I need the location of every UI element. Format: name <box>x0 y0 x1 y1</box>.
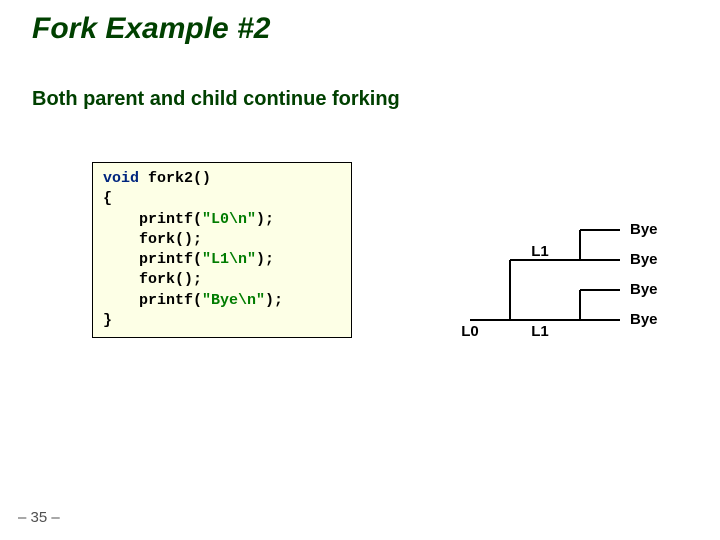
code-brace-close: } <box>103 312 112 329</box>
slide-number: – 35 – <box>18 509 60 526</box>
code-fork1: fork(); <box>103 231 202 248</box>
diagram-label-l1-top: L1 <box>531 243 549 260</box>
diagram-label-bye-4: Bye <box>630 221 658 238</box>
code-printf3-str: "Bye\n" <box>202 292 265 309</box>
diagram-label-l1-bottom: L1 <box>531 323 549 340</box>
diagram-label-l0: L0 <box>461 323 479 340</box>
code-printf3-a: printf( <box>103 292 202 309</box>
code-fn: fork2() <box>139 170 211 187</box>
code-printf3-c: ); <box>265 292 283 309</box>
code-printf1-str: "L0\n" <box>202 211 256 228</box>
diagram-label-bye-3: Bye <box>630 251 658 268</box>
code-printf2-str: "L1\n" <box>202 251 256 268</box>
code-printf2-a: printf( <box>103 251 202 268</box>
diagram-label-bye-2: Bye <box>630 281 658 298</box>
code-printf1-c: ); <box>256 211 274 228</box>
code-box: void fork2() { printf("L0\n"); fork(); p… <box>92 162 352 338</box>
fork-diagram: L0 L1 L1 Bye Bye Bye Bye <box>430 200 680 340</box>
code-printf2-c: ); <box>256 251 274 268</box>
code-kw-void: void <box>103 170 139 187</box>
code-brace-open: { <box>103 190 112 207</box>
slide-subtitle: Both parent and child continue forking <box>32 88 400 111</box>
slide-title: Fork Example #2 <box>32 12 270 46</box>
code-fork2: fork(); <box>103 271 202 288</box>
diagram-label-bye-1: Bye <box>630 311 658 328</box>
code-printf1-a: printf( <box>103 211 202 228</box>
